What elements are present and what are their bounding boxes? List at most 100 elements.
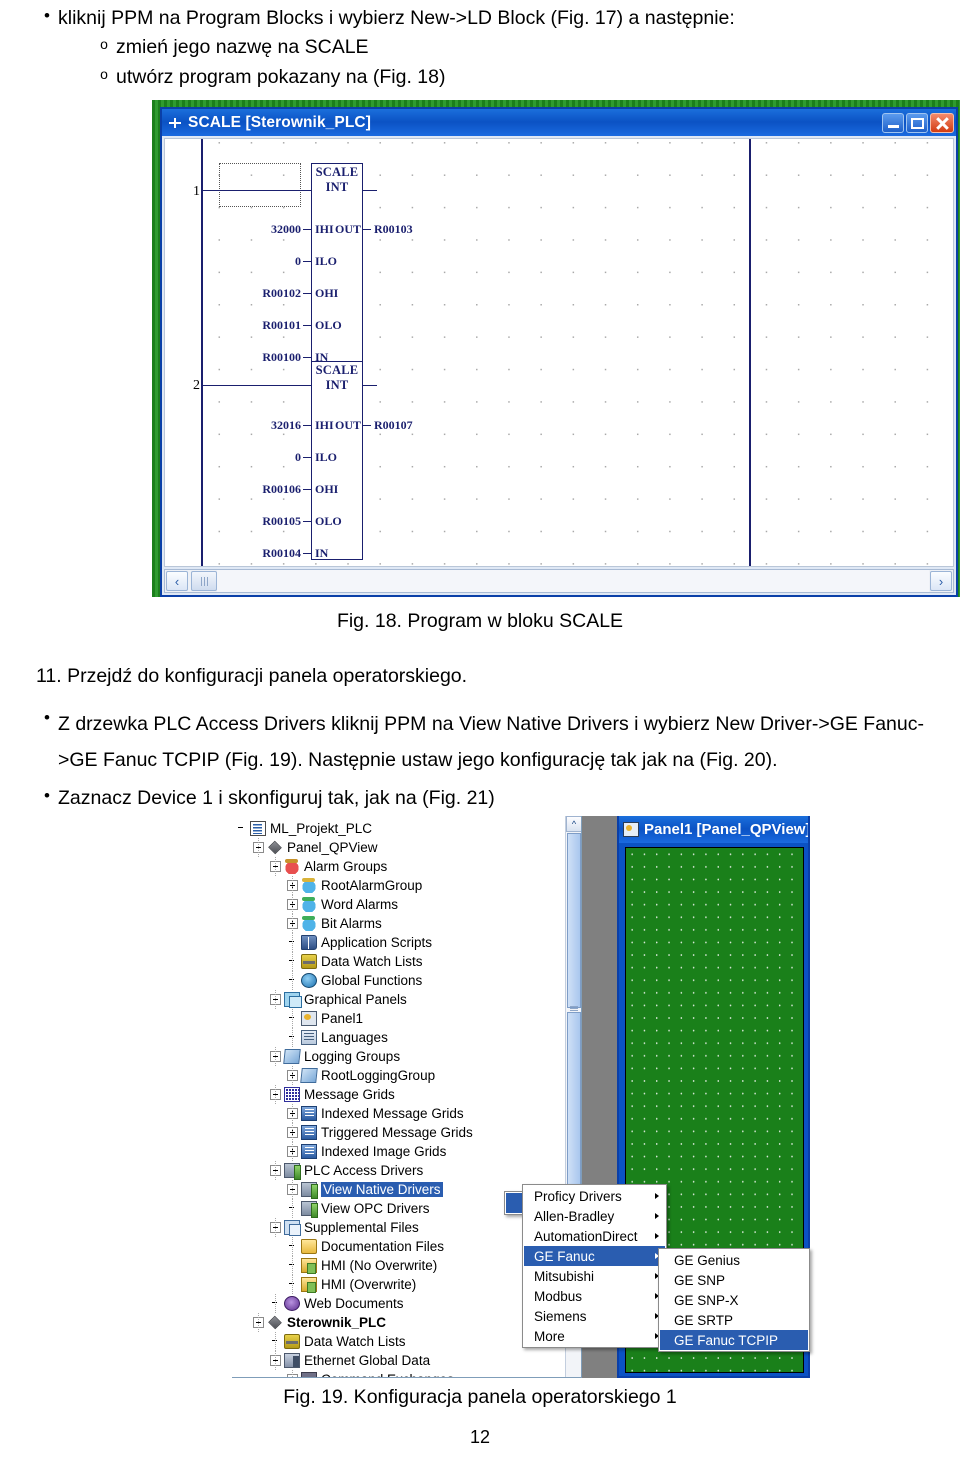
tree-item-message-grids[interactable]: Message Grids xyxy=(270,1085,395,1104)
tree-item-view-opc-drivers[interactable]: View OPC Drivers xyxy=(287,1199,430,1218)
maximize-icon[interactable] xyxy=(906,112,928,133)
tree-item-rootlogginggroup[interactable]: RootLoggingGroup xyxy=(287,1066,435,1085)
tree-item-data-watch-lists[interactable]: Data Watch Lists xyxy=(287,952,423,971)
tree-item-logging-groups[interactable]: Logging Groups xyxy=(270,1047,400,1066)
panels-icon xyxy=(284,992,302,1008)
tree-item-data-watch-lists[interactable]: Data Watch Lists xyxy=(270,1332,406,1351)
folder-doc-icon xyxy=(301,1239,317,1254)
menu-item-label: GE SRTP xyxy=(674,1312,734,1328)
pin-left-value: R00106 xyxy=(262,482,301,496)
menu-item-label: Mitsubishi xyxy=(534,1268,595,1284)
horizontal-scrollbar[interactable]: ‹ › xyxy=(164,569,954,593)
tree-item-languages[interactable]: Languages xyxy=(287,1028,388,1047)
tree-item-bit-alarms[interactable]: Bit Alarms xyxy=(287,914,382,933)
tree-item-triggered-message-grids[interactable]: Triggered Message Grids xyxy=(287,1123,473,1142)
tree-item-panel1[interactable]: Panel1 xyxy=(287,1009,363,1028)
pin-name: OHI xyxy=(315,482,339,496)
pin-name: IN xyxy=(315,546,329,560)
tree-item-hmi-overwrite[interactable]: HMI (Overwrite) xyxy=(287,1275,416,1294)
tree-item-rootalarmgroup[interactable]: RootAlarmGroup xyxy=(287,876,422,895)
scroll-right-icon[interactable]: › xyxy=(930,571,952,591)
menu-item-ge-snp-x[interactable]: GE SNP-X xyxy=(660,1290,808,1310)
pin-right-value: R00103 xyxy=(374,222,413,236)
project-icon xyxy=(250,821,266,836)
rung-wire xyxy=(203,385,311,387)
alarm-group-icon xyxy=(284,859,300,874)
cursor-selection-box[interactable] xyxy=(219,163,301,207)
scroll-thumb[interactable] xyxy=(567,833,581,1008)
tree-item-view-native-drivers[interactable]: View Native Drivers xyxy=(287,1180,443,1199)
pin-left-value: R00104 xyxy=(262,546,301,560)
tree-item-label: Application Scripts xyxy=(321,935,433,950)
scroll-track[interactable] xyxy=(217,570,929,592)
submenu-ge-fanuc[interactable]: GE Genius GE SNP GE SNP-X GE SRTP GE Fanuc T… xyxy=(658,1248,810,1352)
ladder-canvas[interactable]: 1 SCALE INT 32000 IHI OUT R00103 0 ILO R… xyxy=(164,138,954,567)
tree-item-documentation-files[interactable]: Documentation Files xyxy=(287,1237,444,1256)
step-11-text: 11. Przejdź do konfiguracji panela opera… xyxy=(36,665,468,687)
tree-item-hmi-no-overwrite[interactable]: HMI (No Overwrite) xyxy=(287,1256,437,1275)
tree-guide-line xyxy=(292,1123,293,1142)
tree-item-command-exchanges[interactable]: Command Exchanges xyxy=(287,1370,454,1377)
tree-item-ml-projekt-plc[interactable]: ML_Projekt_PLC xyxy=(236,819,372,838)
menu-item-mitsubishi[interactable]: Mitsubishi xyxy=(524,1266,665,1286)
pin-out-wire xyxy=(363,425,371,427)
menu-item-automationdirect[interactable]: AutomationDirect xyxy=(524,1226,665,1246)
block-title-line1: SCALE xyxy=(315,165,359,179)
tree-guide-line xyxy=(292,971,293,990)
tree-item-panel-qpview[interactable]: Panel_QPView xyxy=(253,838,378,857)
tree-item-label: Documentation Files xyxy=(321,1239,445,1254)
menu-item-siemens[interactable]: Siemens xyxy=(524,1306,665,1326)
submenu-driver-vendors[interactable]: Proficy Drivers Allen-Bradley AutomationDi… xyxy=(522,1184,667,1348)
menu-item-ge-fanuc-tcpip[interactable]: GE Fanuc TCPIP xyxy=(660,1330,808,1350)
tree-item-label: Word Alarms xyxy=(321,897,399,912)
sub-bullet-text: utwórz program pokazany na (Fig. 18) xyxy=(116,66,446,89)
menu-item-modbus[interactable]: Modbus xyxy=(524,1286,665,1306)
scroll-left-icon[interactable]: ‹ xyxy=(166,571,188,591)
scroll-thumb-lower[interactable] xyxy=(567,1012,581,1190)
tree-item-web-documents[interactable]: Web Documents xyxy=(270,1294,404,1313)
pin-name: OLO xyxy=(315,318,342,332)
menu-item-proficy-drivers[interactable]: Proficy Drivers xyxy=(524,1186,665,1206)
pin-wire xyxy=(303,489,311,491)
ladder-block-icon xyxy=(167,115,183,131)
tree-item-global-functions[interactable]: Global Functions xyxy=(287,971,422,990)
pin-wire xyxy=(303,261,311,263)
minimize-icon[interactable] xyxy=(882,112,904,133)
tree-item-label: Supplemental Files xyxy=(304,1220,419,1235)
pin-name: ILO xyxy=(315,450,338,464)
tree-item-sterownik-plc[interactable]: Sterownik_PLC xyxy=(253,1313,386,1332)
tree-guide-line xyxy=(292,1180,293,1199)
tree-item-application-scripts[interactable]: Application Scripts xyxy=(287,933,432,952)
panel-icon xyxy=(301,1011,317,1026)
menu-item-allen-bradley[interactable]: Allen-Bradley xyxy=(524,1206,665,1226)
logging-icon xyxy=(283,1049,301,1064)
tree-guide-line xyxy=(292,1142,293,1161)
tree-item-plc-access-drivers[interactable]: PLC Access Drivers xyxy=(270,1161,423,1180)
tree-item-alarm-groups[interactable]: Alarm Groups xyxy=(270,857,387,876)
tree-item-label: Command Exchanges xyxy=(321,1372,454,1377)
tree-item-graphical-panels[interactable]: Graphical Panels xyxy=(270,990,407,1009)
menu-item-ge-fanuc[interactable]: GE Fanuc xyxy=(524,1246,665,1266)
tree-item-word-alarms[interactable]: Word Alarms xyxy=(287,895,398,914)
menu-item-more[interactable]: More xyxy=(524,1326,665,1346)
scroll-up-icon[interactable]: ^ xyxy=(566,816,581,832)
menu-item-ge-srtp[interactable]: GE SRTP xyxy=(660,1310,808,1330)
tree-item-label: Alarm Groups xyxy=(304,859,388,874)
scroll-thumb[interactable] xyxy=(191,571,217,591)
tree-item-label: Message Grids xyxy=(304,1087,395,1102)
grid-icon xyxy=(301,1125,317,1140)
menu-item-ge-genius[interactable]: GE Genius xyxy=(660,1250,808,1270)
pin-name: IHI xyxy=(315,418,334,432)
pin-left-value: 32000 xyxy=(271,222,301,236)
tree-guide-line xyxy=(275,1294,276,1313)
message-grid-icon xyxy=(284,1087,300,1102)
tree-guide-line xyxy=(292,1237,293,1256)
tree-item-ethernet-global-data[interactable]: Ethernet Global Data xyxy=(270,1351,430,1370)
tree-item-indexed-message-grids[interactable]: Indexed Message Grids xyxy=(287,1104,464,1123)
tree-item-label: Indexed Message Grids xyxy=(321,1106,464,1121)
tree-item-supplemental-files[interactable]: Supplemental Files xyxy=(270,1218,419,1237)
figure-18-screenshot: SCALE [Sterownik_PLC] 1 SCALE INT 32000 … xyxy=(152,100,960,597)
tree-item-indexed-image-grids[interactable]: Indexed Image Grids xyxy=(287,1142,446,1161)
menu-item-ge-snp[interactable]: GE SNP xyxy=(660,1270,808,1290)
close-icon[interactable] xyxy=(930,112,954,133)
